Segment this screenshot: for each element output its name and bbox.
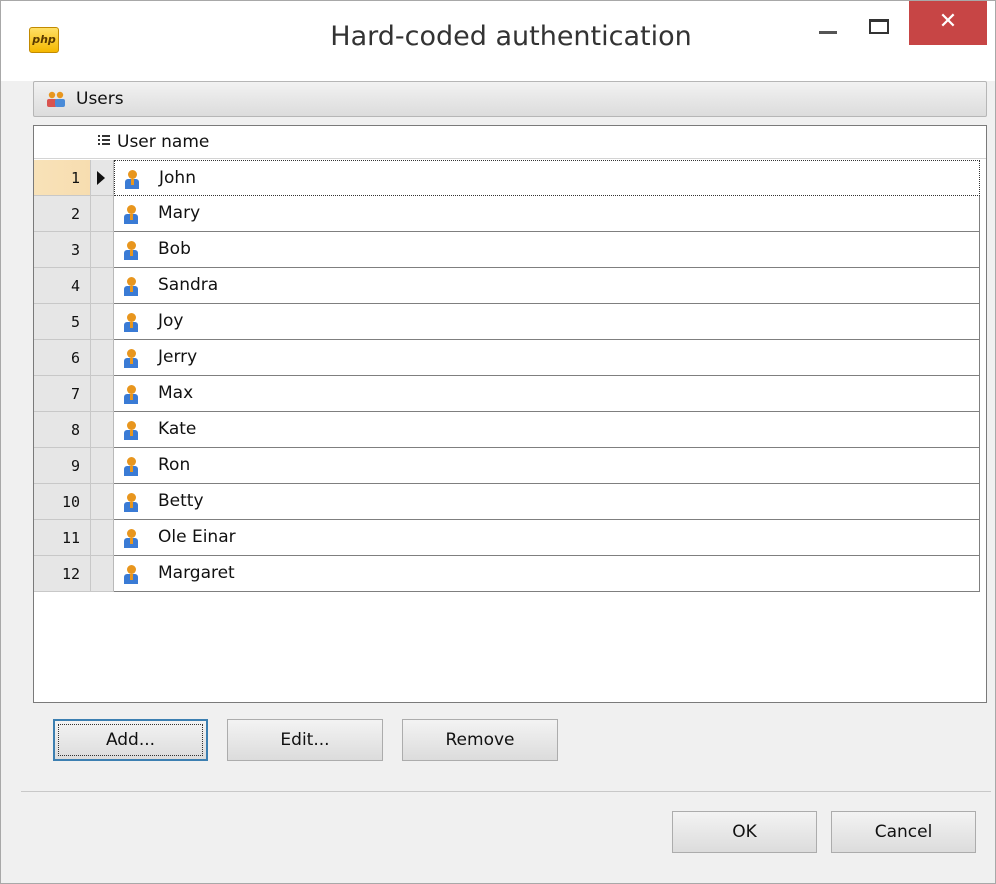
row-number[interactable]: 10 [34, 484, 91, 520]
remove-button[interactable]: Remove [402, 719, 558, 761]
user-name-cell[interactable]: Ron [114, 448, 980, 484]
grid-header: User name [34, 126, 986, 159]
row-indicator[interactable] [91, 160, 114, 196]
users-group-header[interactable]: Users [33, 81, 987, 117]
user-name-cell[interactable]: Bob [114, 232, 980, 268]
ok-button[interactable]: OK [672, 811, 817, 853]
user-name-cell[interactable]: Margaret [114, 556, 980, 592]
users-icon [47, 91, 65, 107]
table-row[interactable]: 7 Max [34, 376, 986, 412]
row-number[interactable]: 11 [34, 520, 91, 556]
row-number[interactable]: 2 [34, 196, 91, 232]
footer-separator [21, 791, 991, 792]
row-indicator[interactable] [91, 196, 114, 232]
user-name: Ole Einar [158, 527, 236, 547]
row-number[interactable]: 6 [34, 340, 91, 376]
table-row[interactable]: 12 Margaret [34, 556, 986, 592]
user-name: Kate [158, 419, 197, 439]
row-indicator[interactable] [91, 268, 114, 304]
user-icon [124, 493, 138, 512]
users-group-label: Users [76, 89, 124, 109]
users-grid[interactable]: User name 1 John 2 Mary 3 Bob 4 Sandra 5 Joy 6 Jerr… [33, 125, 987, 703]
user-name-cell[interactable]: Max [114, 376, 980, 412]
row-indicator[interactable] [91, 340, 114, 376]
row-indicator[interactable] [91, 484, 114, 520]
row-indicator[interactable] [91, 556, 114, 592]
user-name: Jerry [158, 347, 198, 367]
user-name: Betty [158, 491, 204, 511]
user-name-cell[interactable]: Kate [114, 412, 980, 448]
user-name-cell[interactable]: Sandra [114, 268, 980, 304]
user-icon [124, 205, 138, 224]
user-icon [125, 170, 139, 189]
cancel-button[interactable]: Cancel [831, 811, 976, 853]
user-icon [124, 241, 138, 260]
user-icon [124, 565, 138, 584]
user-name: Bob [158, 239, 191, 259]
title-bar: php Hard-coded authentication ✕ [1, 1, 995, 81]
window-title: Hard-coded authentication [330, 21, 692, 52]
user-name: John [159, 168, 196, 188]
maximize-button[interactable] [869, 19, 889, 34]
user-icon [124, 421, 138, 440]
row-number[interactable]: 1 [34, 160, 91, 196]
table-row[interactable]: 8 Kate [34, 412, 986, 448]
user-name: Mary [158, 203, 201, 223]
table-row[interactable]: 10 Betty [34, 484, 986, 520]
table-row[interactable]: 4 Sandra [34, 268, 986, 304]
user-name-cell[interactable]: John [114, 160, 980, 196]
user-icon [124, 457, 138, 476]
add-button[interactable]: Add... [53, 719, 208, 761]
row-indicator[interactable] [91, 412, 114, 448]
close-button[interactable]: ✕ [909, 1, 987, 45]
table-row[interactable]: 1 John [34, 160, 986, 196]
user-icon [124, 313, 138, 332]
row-number[interactable]: 8 [34, 412, 91, 448]
dialog-window: php Hard-coded authentication ✕ Users Us… [0, 0, 996, 884]
row-number[interactable]: 3 [34, 232, 91, 268]
user-icon [124, 277, 138, 296]
edit-button[interactable]: Edit... [227, 719, 383, 761]
row-number[interactable]: 9 [34, 448, 91, 484]
user-name-cell[interactable]: Betty [114, 484, 980, 520]
row-indicator[interactable] [91, 304, 114, 340]
row-number[interactable]: 5 [34, 304, 91, 340]
current-row-arrow-icon [97, 171, 105, 185]
user-name-cell[interactable]: Jerry [114, 340, 980, 376]
table-row[interactable]: 5 Joy [34, 304, 986, 340]
row-number[interactable]: 4 [34, 268, 91, 304]
table-row[interactable]: 11 Ole Einar [34, 520, 986, 556]
row-indicator[interactable] [91, 448, 114, 484]
close-icon: ✕ [938, 9, 958, 34]
user-name-cell[interactable]: Joy [114, 304, 980, 340]
row-number[interactable]: 12 [34, 556, 91, 592]
row-indicator[interactable] [91, 376, 114, 412]
user-name: Max [158, 383, 194, 403]
user-name: Margaret [158, 563, 235, 583]
row-number[interactable]: 7 [34, 376, 91, 412]
table-row[interactable]: 6 Jerry [34, 340, 986, 376]
user-icon [124, 349, 138, 368]
row-indicator[interactable] [91, 520, 114, 556]
user-name: Joy [158, 311, 184, 331]
user-name: Sandra [158, 275, 219, 295]
column-list-icon[interactable] [98, 134, 110, 148]
user-name: Ron [158, 455, 191, 475]
table-row[interactable]: 9 Ron [34, 448, 986, 484]
user-icon [124, 529, 138, 548]
table-row[interactable]: 3 Bob [34, 232, 986, 268]
row-indicator[interactable] [91, 232, 114, 268]
user-name-cell[interactable]: Ole Einar [114, 520, 980, 556]
table-row[interactable]: 2 Mary [34, 196, 986, 232]
minimize-button[interactable] [819, 31, 837, 34]
user-name-cell[interactable]: Mary [114, 196, 980, 232]
column-header-user-name[interactable]: User name [117, 132, 209, 152]
user-icon [124, 385, 138, 404]
